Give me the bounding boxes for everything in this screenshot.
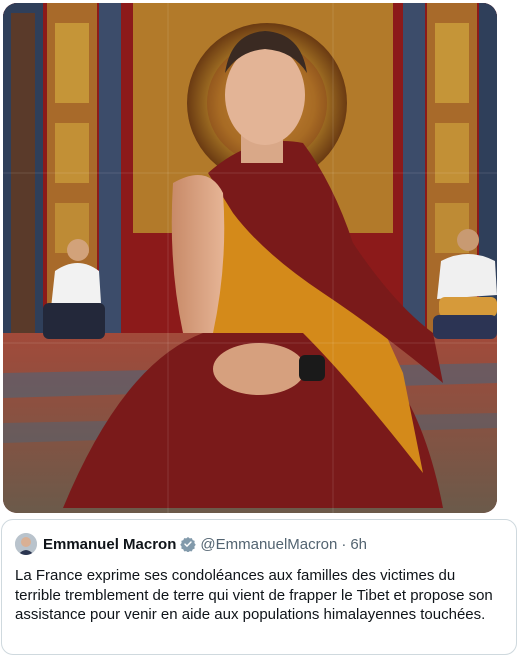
verified-badge-icon [180, 537, 197, 552]
tweet-media-image[interactable] [3, 3, 497, 513]
separator-dot: · [341, 535, 347, 553]
user-handle[interactable]: @EmmanuelMacron [200, 536, 337, 553]
display-name[interactable]: Emmanuel Macron [43, 536, 176, 553]
tweet-text: La France exprime ses condoléances aux f… [15, 567, 493, 623]
timestamp[interactable]: 6h [350, 536, 367, 553]
quoted-tweet-card[interactable]: Emmanuel Macron @EmmanuelMacron · 6h La … [1, 519, 517, 655]
tweet-header: Emmanuel Macron @EmmanuelMacron · 6h [15, 533, 506, 555]
avatar[interactable] [15, 533, 37, 555]
monk-illustration [3, 3, 497, 513]
